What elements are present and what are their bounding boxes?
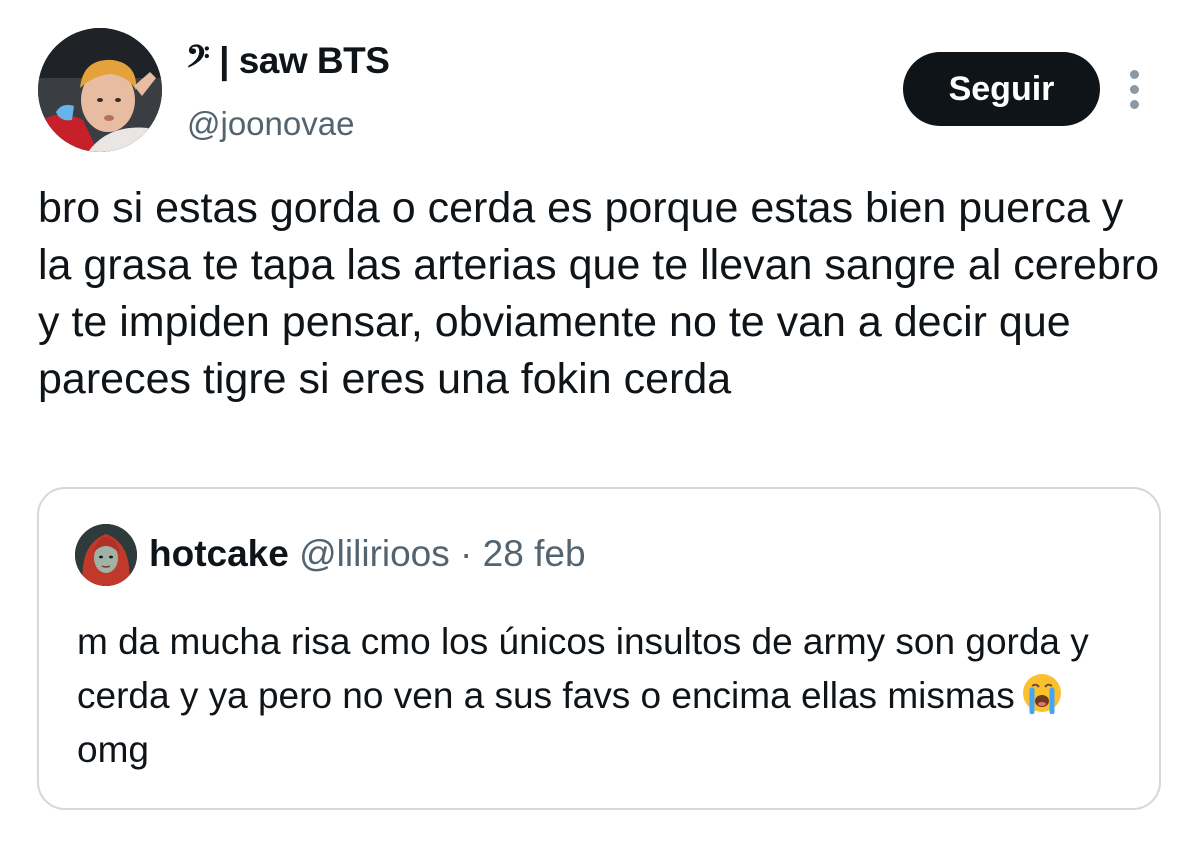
more-vertical-icon[interactable] xyxy=(1120,66,1150,114)
user-avatar[interactable] xyxy=(38,28,162,152)
quoted-avatar-image xyxy=(75,524,137,586)
author-display-name[interactable]: 𝄢 | saw BTS xyxy=(186,40,390,83)
quoted-tweet-date[interactable]: 28 feb xyxy=(483,533,586,574)
quoted-tweet-text: m da mucha risa cmo los únicos insultos … xyxy=(77,615,1137,777)
tweet-header: 𝄢 | saw BTS @joonovae Seguir xyxy=(0,0,1200,170)
quoted-author-handle[interactable]: @lilirioos xyxy=(299,533,450,574)
quoted-tweet-meta: hotcake @lilirioos · 28 feb xyxy=(149,533,586,575)
loudly-crying-face-icon xyxy=(1021,672,1063,714)
quoted-text-main: m da mucha risa cmo los únicos insultos … xyxy=(77,621,1089,716)
quoted-text-end: omg xyxy=(77,729,149,770)
quoted-tweet-card[interactable]: hotcake @lilirioos · 28 feb m da mucha r… xyxy=(37,487,1161,810)
tweet-text: bro si estas gorda o cerda es porque est… xyxy=(38,184,1160,403)
follow-button[interactable]: Seguir xyxy=(903,52,1100,126)
meta-separator: · xyxy=(449,533,483,574)
quoted-user-avatar[interactable] xyxy=(75,524,137,586)
user-avatar-photo xyxy=(38,28,162,152)
bass-clef-icon: 𝄢 xyxy=(186,40,210,81)
author-handle[interactable]: @joonovae xyxy=(187,105,354,143)
author-name-text: | saw BTS xyxy=(219,40,390,81)
quoted-author-name[interactable]: hotcake xyxy=(149,533,289,574)
